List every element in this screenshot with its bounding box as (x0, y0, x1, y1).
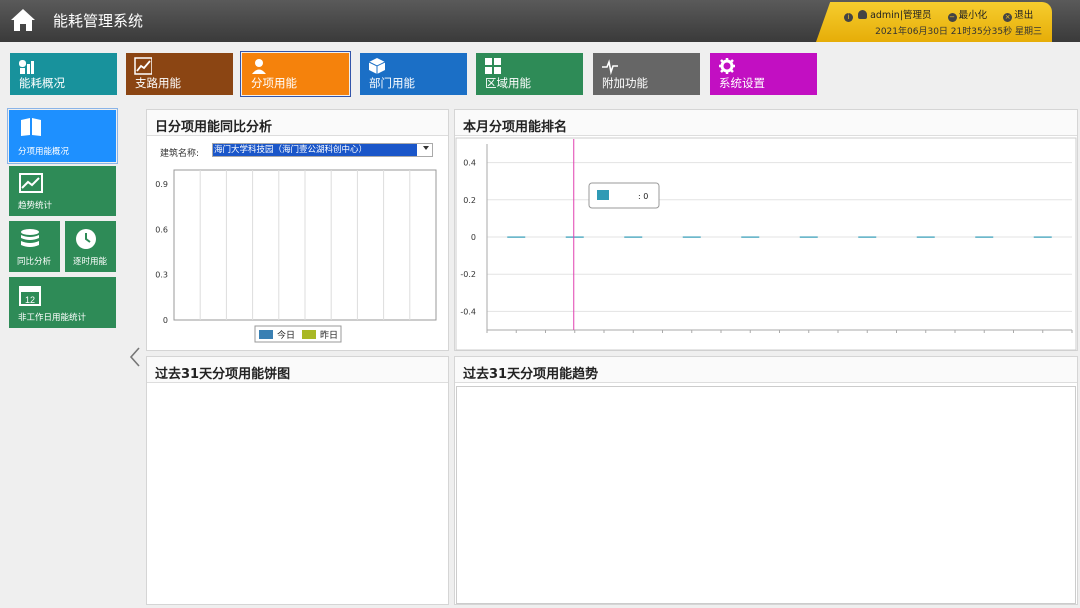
chart-frame (455, 137, 1077, 351)
book-icon (21, 118, 41, 136)
building-label: 建筑名称: (160, 149, 200, 159)
side-item-label: 趋势统计 (18, 201, 53, 211)
panel-title: 日分项用能同比分析 (155, 120, 273, 135)
side-item-hourly[interactable]: 逐时用能 (65, 221, 116, 272)
datetime: 2021年06月30日 21时35分35秒 星期三 (875, 27, 1042, 37)
user-name: admin (870, 10, 900, 21)
y-tick-label: 0.9 (155, 180, 168, 189)
bar[interactable] (682, 236, 701, 238)
y-tick-label: -0.2 (460, 270, 476, 279)
side-item-label: 分项用能概况 (18, 147, 70, 157)
y-tick-label: 0 (163, 316, 168, 325)
pulse-icon (602, 59, 618, 75)
nav-label: 部门用能 (369, 76, 415, 90)
daily-analysis-panel: 日分项用能同比分析 建筑名称: 海门大学科技园（海门壹公湖科创中心） 0.9 0.… (146, 109, 449, 351)
bar[interactable] (799, 236, 818, 238)
side-item-trend[interactable]: 趋势统计 (9, 166, 116, 216)
panel-title: 过去31天分项用能趋势 (463, 367, 599, 382)
clock-icon (76, 229, 96, 249)
bar[interactable] (741, 236, 760, 238)
side-item-label: 逐时用能 (73, 257, 108, 267)
logout-link[interactable]: 退出 (1014, 10, 1033, 21)
legend-swatch (259, 330, 273, 339)
nav-addon[interactable]: 附加功能 (593, 53, 700, 95)
y-tick-label: 0.4 (463, 159, 476, 168)
ranking-chart: 0.4 0.2 0 -0.2 -0.4 : 0 (455, 137, 1077, 351)
building-select[interactable]: 海门大学科技园（海门壹公湖科创中心） (212, 143, 433, 157)
tooltip-swatch (597, 190, 609, 200)
side-item-label: 非工作日用能统计 (18, 313, 87, 323)
y-tick-label: -0.4 (460, 307, 476, 316)
nav-overview[interactable]: 能耗概况 (10, 53, 117, 95)
nav-label: 支路用能 (135, 76, 181, 90)
side-item-overview[interactable]: 分项用能概况 (7, 108, 118, 164)
nav-itemized[interactable]: 分项用能 (240, 51, 351, 97)
info-icon[interactable]: i (844, 13, 853, 22)
building-select-value: 海门大学科技园（海门壹公湖科创中心） (213, 144, 417, 156)
nav-label: 能耗概况 (19, 76, 65, 90)
minimize-icon[interactable]: − (947, 13, 957, 22)
close-icon[interactable]: × (1003, 13, 1013, 22)
tooltip-value: : 0 (638, 192, 648, 201)
minimize-link[interactable]: 最小化 (959, 10, 988, 21)
person-icon (252, 59, 266, 74)
chevron-left-icon[interactable] (128, 346, 142, 368)
side-item-yoy[interactable]: 同比分析 (9, 221, 60, 272)
bar[interactable] (624, 236, 643, 238)
bar[interactable] (975, 236, 994, 238)
bar[interactable] (565, 236, 584, 238)
y-tick-label: 0.6 (155, 225, 168, 234)
panel-title: 本月分项用能排名 (463, 120, 568, 135)
nav-label: 分项用能 (251, 76, 297, 90)
nav-settings[interactable]: 系统设置 (710, 53, 817, 95)
user-role: |管理员 (899, 10, 932, 21)
grid-icon (485, 58, 501, 74)
cube-icon (368, 58, 386, 74)
legend-label: 昨日 (320, 329, 338, 341)
bar[interactable] (507, 236, 526, 238)
nav-department[interactable]: 部门用能 (360, 53, 467, 95)
title-bar: 能耗管理系统 i admin|管理员 − 最小化 × 退出 2021年06月30日 … (0, 0, 1080, 42)
legend-swatch (302, 330, 316, 339)
trend-icon (19, 173, 43, 193)
database-icon (21, 229, 39, 247)
tooltip: : 0 (588, 182, 660, 209)
legend: 今日 昨日 (254, 325, 342, 343)
app-title: 能耗管理系统 (53, 12, 144, 30)
nav-label: 附加功能 (602, 76, 648, 90)
home-icon[interactable] (10, 8, 36, 32)
svg-text:12: 12 (25, 295, 35, 305)
daily-chart: 0.9 0.6 0.3 0 今日 昨日 (155, 169, 437, 343)
calendar-icon: 12 (19, 286, 41, 306)
nav-area[interactable]: 区域用能 (476, 53, 583, 95)
chevron-down-icon[interactable] (423, 146, 429, 150)
bar[interactable] (916, 236, 935, 238)
side-item-label: 同比分析 (17, 257, 52, 267)
energy-icon (19, 60, 34, 74)
nav-label: 区域用能 (485, 76, 531, 90)
ranking-panel: 本月分项用能排名 0.4 0.2 0 -0.2 -0.4 : 0 (454, 109, 1078, 351)
bar[interactable] (858, 236, 877, 238)
user-panel: i admin|管理员 − 最小化 × 退出 2021年06月30日 21时35分3… (816, 2, 1052, 42)
side-item-nonworkday[interactable]: 12 非工作日用能统计 (9, 277, 116, 328)
legend-label: 今日 (277, 329, 295, 341)
user-icon (858, 10, 868, 19)
trend-panel: 过去31天分项用能趋势 (454, 356, 1078, 605)
panel-title: 过去31天分项用能饼图 (155, 367, 291, 382)
branch-chart-icon (134, 57, 152, 75)
gear-icon (719, 58, 735, 74)
nav-branch[interactable]: 支路用能 (126, 53, 233, 95)
y-tick-label: 0.3 (155, 271, 168, 280)
y-tick-label: 0 (471, 233, 476, 242)
y-tick-label: 0.2 (463, 196, 476, 205)
nav-label: 系统设置 (719, 76, 765, 90)
pie-panel: 过去31天分项用能饼图 (146, 356, 449, 605)
trend-chart-area (456, 386, 1076, 604)
bar[interactable] (1033, 236, 1052, 238)
